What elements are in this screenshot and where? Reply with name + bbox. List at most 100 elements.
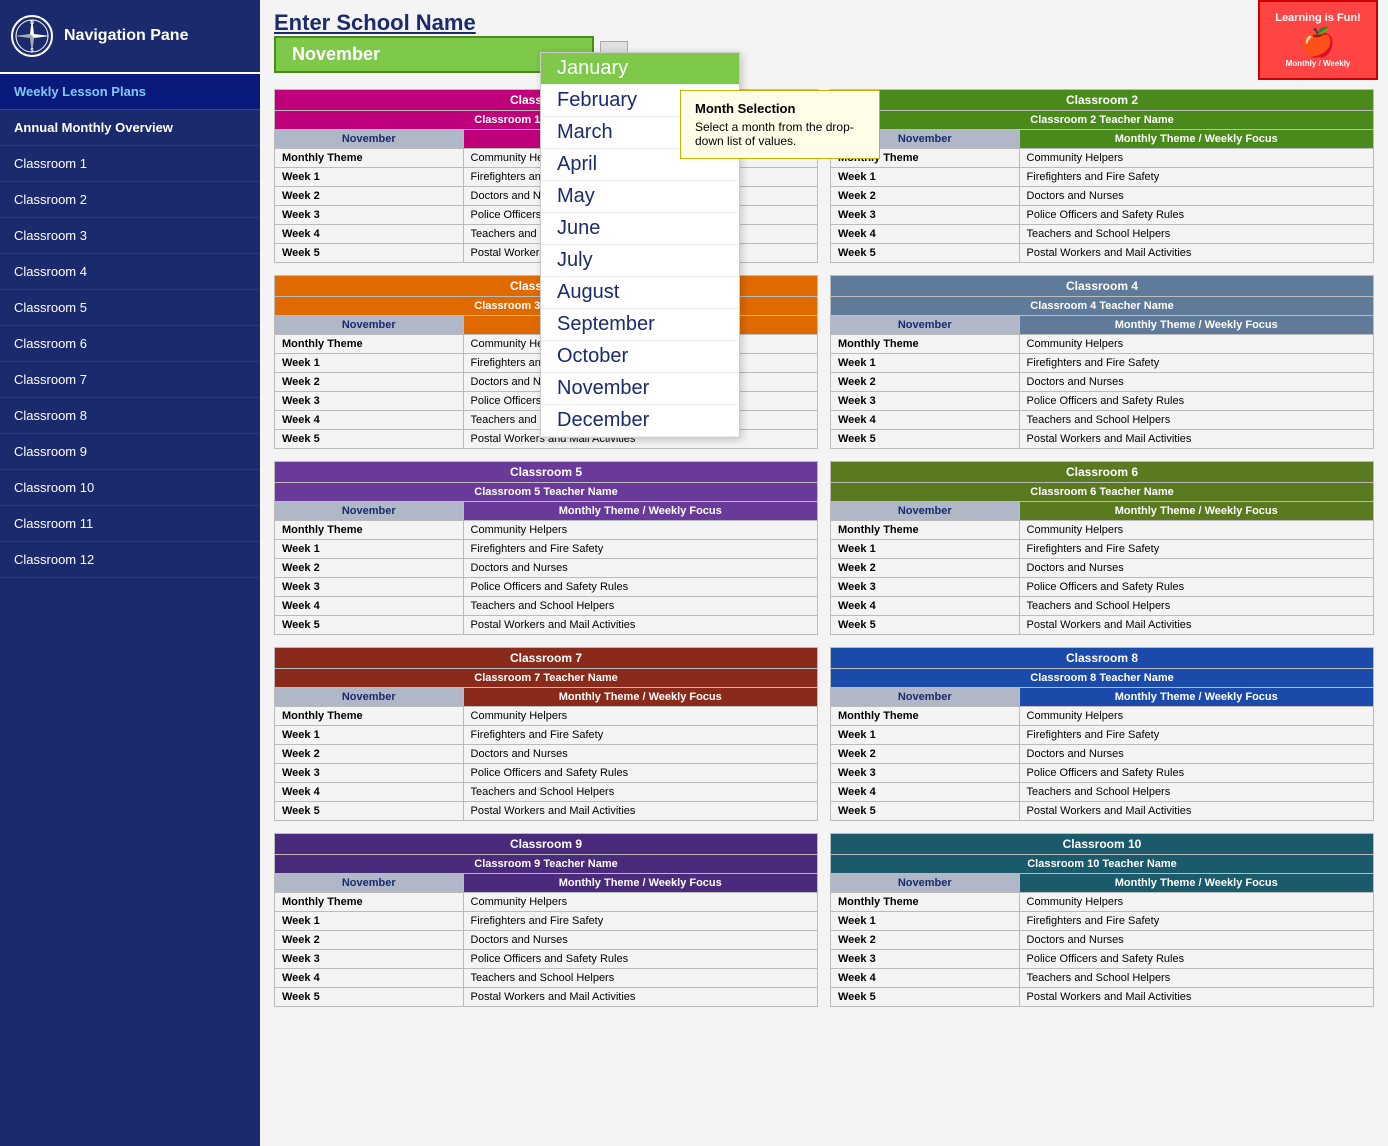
sidebar-item-classroom-7[interactable]: Classroom 7: [0, 362, 260, 398]
month-option-june[interactable]: June: [541, 213, 739, 245]
sidebar-header: N S Navigation Pane: [0, 0, 260, 74]
table-row: Week 5 Postal Workers and Mail Activitie…: [831, 430, 1374, 449]
sidebar-nav: Weekly Lesson Plans Annual Monthly Overv…: [0, 74, 260, 578]
table-row: Week 1 Firefighters and Fire Safety: [831, 912, 1374, 931]
classroom-5-monthly-theme-row: Monthly Theme Community Helpers: [275, 521, 818, 540]
main-content: Enter School Name November ▼ Learning is…: [260, 0, 1388, 1146]
month-option-may[interactable]: May: [541, 181, 739, 213]
sidebar-item-classroom-3[interactable]: Classroom 3: [0, 218, 260, 254]
classroom-8-card: Classroom 8 Classroom 8 Teacher Name Nov…: [830, 647, 1374, 821]
table-row: Week 3 Police Officers and Safety Rules: [831, 578, 1374, 597]
classroom-7-table: Classroom 7 Classroom 7 Teacher Name Nov…: [274, 647, 818, 821]
classroom-8-teacher-row: Classroom 8 Teacher Name: [831, 669, 1374, 688]
month-option-july[interactable]: July: [541, 245, 739, 277]
classroom-9-name-row: Classroom 9: [275, 834, 818, 855]
classroom-9-monthly-theme-row: Monthly Theme Community Helpers: [275, 893, 818, 912]
table-row: Week 4 Teachers and School Helpers: [831, 225, 1374, 244]
month-option-december[interactable]: December: [541, 405, 739, 437]
table-row: Week 4 Teachers and School Helpers: [831, 969, 1374, 988]
sidebar-item-annual-monthly-overview[interactable]: Annual Monthly Overview: [0, 110, 260, 146]
sidebar-item-classroom-8[interactable]: Classroom 8: [0, 398, 260, 434]
tooltip-title: Month Selection: [695, 101, 865, 116]
classroom-6-table: Classroom 6 Classroom 6 Teacher Name Nov…: [830, 461, 1374, 635]
table-row: Week 3 Police Officers and Safety Rules: [831, 764, 1374, 783]
classroom-9-table: Classroom 9 Classroom 9 Teacher Name Nov…: [274, 833, 818, 1007]
classrooms-grid: Classroom 1 Classroom 1 Teacher Name Nov…: [274, 89, 1374, 1007]
table-row: Week 5 Postal Workers and Mail Activitie…: [275, 616, 818, 635]
table-row: Week 1 Firefighters and Fire Safety: [275, 726, 818, 745]
classroom-2-monthly-theme-row: Monthly Theme Community Helpers: [831, 149, 1374, 168]
month-option-september[interactable]: September: [541, 309, 739, 341]
month-option-november[interactable]: November: [541, 373, 739, 405]
classroom-10-month-row: November Monthly Theme / Weekly Focus: [831, 874, 1374, 893]
classroom-2-card: Classroom 2 Classroom 2 Teacher Name Nov…: [830, 89, 1374, 263]
table-row: Week 5 Postal Workers and Mail Activitie…: [831, 802, 1374, 821]
svg-text:N: N: [30, 20, 34, 26]
table-row: Week 2 Doctors and Nurses: [275, 931, 818, 950]
classroom-4-table: Classroom 4 Classroom 4 Teacher Name Nov…: [830, 275, 1374, 449]
school-name[interactable]: Enter School Name: [274, 10, 628, 36]
classroom-4-month-row: November Monthly Theme / Weekly Focus: [831, 316, 1374, 335]
classroom-5-name-row: Classroom 5: [275, 462, 818, 483]
classroom-6-name-row: Classroom 6: [831, 462, 1374, 483]
sidebar-item-classroom-2[interactable]: Classroom 2: [0, 182, 260, 218]
sidebar-item-classroom-12[interactable]: Classroom 12: [0, 542, 260, 578]
table-row: Week 5 Postal Workers and Mail Activitie…: [831, 244, 1374, 263]
logo-apple-icon: 🍎: [1301, 26, 1336, 59]
classroom-5-card: Classroom 5 Classroom 5 Teacher Name Nov…: [274, 461, 818, 635]
table-row: Week 4 Teachers and School Helpers: [275, 597, 818, 616]
table-row: Week 4 Teachers and School Helpers: [831, 783, 1374, 802]
logo-subtitle: Monthly / Weekly: [1286, 59, 1351, 68]
sidebar-item-classroom-9[interactable]: Classroom 9: [0, 434, 260, 470]
classroom-5-table: Classroom 5 Classroom 5 Teacher Name Nov…: [274, 461, 818, 635]
classroom-4-monthly-theme-row: Monthly Theme Community Helpers: [831, 335, 1374, 354]
tooltip-body: Select a month from the drop-down list o…: [695, 120, 865, 148]
table-row: Week 4 Teachers and School Helpers: [831, 597, 1374, 616]
table-row: Week 2 Doctors and Nurses: [831, 373, 1374, 392]
classroom-9-card: Classroom 9 Classroom 9 Teacher Name Nov…: [274, 833, 818, 1007]
table-row: Week 3 Police Officers and Safety Rules: [831, 392, 1374, 411]
compass-icon: N S: [10, 14, 54, 58]
classroom-8-name-row: Classroom 8: [831, 648, 1374, 669]
classroom-8-month-row: November Monthly Theme / Weekly Focus: [831, 688, 1374, 707]
sidebar-item-classroom-1[interactable]: Classroom 1: [0, 146, 260, 182]
classroom-6-monthly-theme-row: Monthly Theme Community Helpers: [831, 521, 1374, 540]
classroom-10-teacher-row: Classroom 10 Teacher Name: [831, 855, 1374, 874]
table-row: Week 5 Postal Workers and Mail Activitie…: [275, 802, 818, 821]
svg-text:S: S: [30, 48, 34, 54]
classroom-5-teacher-row: Classroom 5 Teacher Name: [275, 483, 818, 502]
classroom-9-month-row: November Monthly Theme / Weekly Focus: [275, 874, 818, 893]
sidebar-item-classroom-6[interactable]: Classroom 6: [0, 326, 260, 362]
classroom-7-card: Classroom 7 Classroom 7 Teacher Name Nov…: [274, 647, 818, 821]
tooltip-box: Month Selection Select a month from the …: [680, 90, 880, 159]
table-row: Week 2 Doctors and Nurses: [831, 745, 1374, 764]
sidebar-item-classroom-5[interactable]: Classroom 5: [0, 290, 260, 326]
table-row: Week 5 Postal Workers and Mail Activitie…: [831, 616, 1374, 635]
table-row: Week 4 Teachers and School Helpers: [275, 783, 818, 802]
sidebar: N S Navigation Pane Weekly Lesson Plans …: [0, 0, 260, 1146]
classroom-9-teacher-row: Classroom 9 Teacher Name: [275, 855, 818, 874]
classroom-7-month-row: November Monthly Theme / Weekly Focus: [275, 688, 818, 707]
sidebar-item-classroom-4[interactable]: Classroom 4: [0, 254, 260, 290]
classroom-2-month-row: November Monthly Theme / Weekly Focus: [831, 130, 1374, 149]
sidebar-item-classroom-11[interactable]: Classroom 11: [0, 506, 260, 542]
classroom-10-monthly-theme-row: Monthly Theme Community Helpers: [831, 893, 1374, 912]
classroom-7-monthly-theme-row: Monthly Theme Community Helpers: [275, 707, 818, 726]
classroom-8-table: Classroom 8 Classroom 8 Teacher Name Nov…: [830, 647, 1374, 821]
classroom-7-teacher-row: Classroom 7 Teacher Name: [275, 669, 818, 688]
table-row: Week 2 Doctors and Nurses: [831, 559, 1374, 578]
table-row: Week 3 Police Officers and Safety Rules: [275, 764, 818, 783]
month-option-august[interactable]: August: [541, 277, 739, 309]
logo-text: Learning is Fun!: [1275, 12, 1361, 24]
month-option-january[interactable]: January: [541, 53, 739, 85]
sidebar-item-classroom-10[interactable]: Classroom 10: [0, 470, 260, 506]
table-row: Week 4 Teachers and School Helpers: [275, 969, 818, 988]
classroom-10-card: Classroom 10 Classroom 10 Teacher Name N…: [830, 833, 1374, 1007]
table-row: Week 2 Doctors and Nurses: [275, 559, 818, 578]
table-row: Week 2 Doctors and Nurses: [275, 745, 818, 764]
sidebar-item-weekly-lesson-plans[interactable]: Weekly Lesson Plans: [0, 74, 260, 110]
classroom-2-teacher-row: Classroom 2 Teacher Name: [831, 111, 1374, 130]
table-row: Week 1 Firefighters and Fire Safety: [275, 540, 818, 559]
month-option-october[interactable]: October: [541, 341, 739, 373]
table-row: Week 5 Postal Workers and Mail Activitie…: [831, 988, 1374, 1007]
